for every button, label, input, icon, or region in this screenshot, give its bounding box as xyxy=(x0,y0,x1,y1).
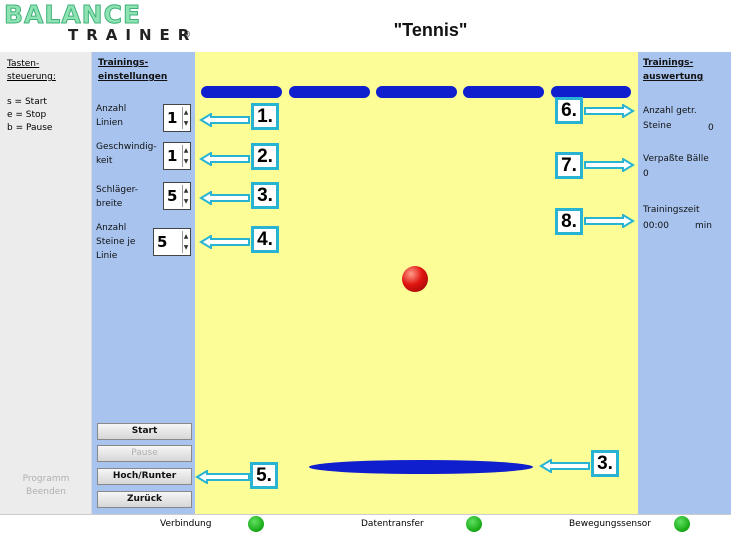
spin-down-icon[interactable]: ▼ xyxy=(184,244,189,251)
brick xyxy=(376,86,457,98)
stones-per-line-value: 5 xyxy=(157,233,168,251)
callout-3-paddle: 3. xyxy=(591,450,619,477)
spin-up-icon[interactable]: ▲ xyxy=(184,109,189,116)
training-settings-title: Trainings- einstellungen xyxy=(98,56,178,84)
speed-value: 1 xyxy=(167,147,178,165)
callout-arrow-right-icon xyxy=(583,104,635,118)
training-time-value: 00:00 xyxy=(643,221,669,231)
missed-balls-value: 0 xyxy=(643,169,649,179)
hits-label-line1: Anzahl getr. xyxy=(643,106,697,116)
callout-arrow-left-icon xyxy=(199,191,251,205)
spin-up-icon[interactable]: ▲ xyxy=(184,187,189,194)
callout-8: 8. xyxy=(555,208,583,235)
callout-1: 1. xyxy=(251,103,279,130)
callout-2: 2. xyxy=(251,143,279,170)
speed-spin-arrows[interactable]: ▲ ▼ xyxy=(182,145,189,167)
brick xyxy=(463,86,544,98)
lines-label-line2: Linien xyxy=(96,118,123,128)
brick xyxy=(289,86,370,98)
stones-per-line-label-line1: Anzahl xyxy=(96,223,127,233)
data-transfer-label: Datentransfer xyxy=(361,519,424,529)
speed-label-line1: Geschwindig- xyxy=(96,142,157,152)
callout-4: 4. xyxy=(251,226,279,253)
stones-per-line-label-line3: Linie xyxy=(96,251,118,261)
up-down-button[interactable]: Hoch/Runter xyxy=(97,468,192,485)
spin-down-icon[interactable]: ▼ xyxy=(184,198,189,205)
training-time-label: Trainingszeit xyxy=(643,205,700,215)
paddle xyxy=(309,460,533,474)
page-title-text: "Tennis" xyxy=(393,20,468,40)
key-start-hint: s = Start xyxy=(7,97,47,107)
spin-up-icon[interactable]: ▲ xyxy=(184,147,189,154)
pause-button[interactable]: Pause xyxy=(97,445,192,462)
paddle-width-spinner[interactable]: 5 ▲ ▼ xyxy=(163,182,191,210)
connection-label: Verbindung xyxy=(160,519,212,529)
callout-arrow-left-icon xyxy=(539,459,591,473)
paddle-width-label: Schläger- breite xyxy=(96,183,156,211)
key-pause-hint: b = Pause xyxy=(7,123,53,133)
ball xyxy=(402,266,428,292)
speed-label-line2: keit xyxy=(96,156,113,166)
stones-per-line-label-line2: Steine je xyxy=(96,237,136,247)
speed-label: Geschwindig- keit xyxy=(96,140,157,168)
spin-up-icon[interactable]: ▲ xyxy=(184,233,189,240)
program-end-line1: Programm xyxy=(22,474,70,484)
paddle-width-label-line2: breite xyxy=(96,199,123,209)
lines-value: 1 xyxy=(167,109,178,127)
callout-arrow-right-icon xyxy=(583,214,635,228)
lines-label-line1: Anzahl xyxy=(96,104,127,114)
lines-spin-arrows[interactable]: ▲ ▼ xyxy=(182,107,189,129)
key-stop-hint: e = Stop xyxy=(7,110,47,120)
stones-per-line-label: Anzahl Steine je Linie xyxy=(96,221,156,263)
program-end-line2: Beenden xyxy=(26,487,66,497)
callout-6: 6. xyxy=(555,97,583,124)
training-evaluation-title-line1: Trainings- xyxy=(643,58,694,68)
training-settings-title-line1: Trainings- xyxy=(98,58,149,68)
training-evaluation-title-line2: auswertung xyxy=(643,72,704,82)
keyboard-help-title-line2: steuerung: xyxy=(7,72,56,82)
paddle-width-value: 5 xyxy=(167,187,178,205)
data-transfer-led-icon xyxy=(466,516,482,532)
spin-down-icon[interactable]: ▼ xyxy=(184,158,189,165)
training-settings-title-line2: einstellungen xyxy=(98,72,168,82)
callout-arrow-left-icon xyxy=(199,235,251,249)
lines-label: Anzahl Linien xyxy=(96,102,156,130)
speed-spinner[interactable]: 1 ▲ ▼ xyxy=(163,142,191,170)
callout-3: 3. xyxy=(251,182,279,209)
callout-arrow-right-icon xyxy=(583,158,635,172)
stones-per-line-spinner[interactable]: 5 ▲ ▼ xyxy=(153,228,191,256)
start-button[interactable]: Start xyxy=(97,423,192,440)
callout-arrow-left-icon xyxy=(199,113,251,127)
paddle-width-label-line1: Schläger- xyxy=(96,185,139,195)
back-button[interactable]: Zurück xyxy=(97,491,192,508)
callout-arrow-left-icon xyxy=(199,152,251,166)
keyboard-help-title-line1: Tasten- xyxy=(7,59,40,69)
spin-down-icon[interactable]: ▼ xyxy=(184,120,189,127)
motion-sensor-led-icon xyxy=(674,516,690,532)
brick xyxy=(201,86,282,98)
paddle-width-spin-arrows[interactable]: ▲ ▼ xyxy=(182,185,189,207)
connection-led-icon xyxy=(248,516,264,532)
callout-5: 5. xyxy=(250,462,278,489)
hits-label-line2: Steine xyxy=(643,121,672,131)
program-end-button[interactable]: Programm Beenden xyxy=(0,473,92,499)
motion-sensor-label: Bewegungssensor xyxy=(569,519,651,529)
stones-spin-arrows[interactable]: ▲ ▼ xyxy=(182,231,189,253)
missed-balls-label: Verpaßte Bälle xyxy=(643,154,709,164)
callout-7: 7. xyxy=(555,152,583,179)
keyboard-help-title: Tasten- steuerung: xyxy=(7,58,77,84)
lines-spinner[interactable]: 1 ▲ ▼ xyxy=(163,104,191,132)
training-evaluation-title: Trainings- auswertung xyxy=(643,56,723,84)
page-title: "Tennis" xyxy=(0,20,731,41)
training-time-unit: min xyxy=(695,221,712,231)
hits-value: 0 xyxy=(708,123,714,133)
callout-arrow-left-icon xyxy=(195,470,251,484)
